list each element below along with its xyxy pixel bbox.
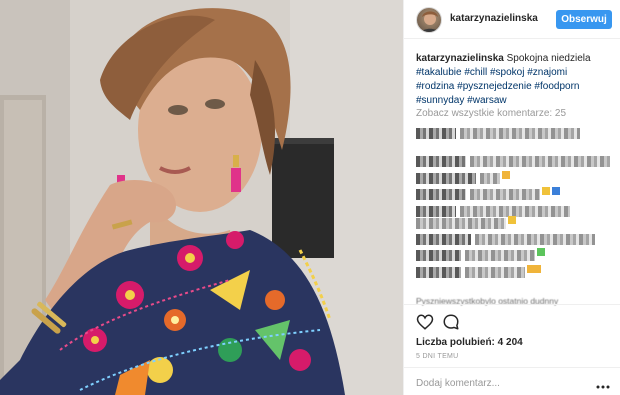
hashtag-link[interactable]: #spokoj: [490, 67, 524, 78]
post-side-panel: katarzynazielinska Obserwuj katarzynazie…: [403, 0, 620, 395]
caption-text: Spokojna niedziela: [506, 53, 591, 64]
heart-icon[interactable]: [416, 313, 434, 331]
blurred-comment: [416, 187, 560, 200]
post-header: katarzynazielinska Obserwuj: [404, 0, 620, 39]
emoji-icon: [502, 171, 510, 179]
blurred-comment: [416, 265, 541, 278]
hashtag-link[interactable]: #sunnyday: [416, 95, 464, 106]
caption-username[interactable]: katarzynazielinska: [416, 53, 504, 64]
more-options-icon[interactable]: [596, 378, 610, 389]
view-all-comments-link[interactable]: Zobacz wszystkie komentarze: 25: [416, 108, 566, 119]
emoji-icon: [542, 187, 550, 195]
emoji-icon: [552, 187, 560, 195]
avatar-image: [421, 11, 439, 32]
follow-button[interactable]: Obserwuj: [556, 10, 612, 29]
emoji-icon: [527, 265, 541, 273]
post-caption: katarzynazielinska Spokojna niedziela #t…: [416, 52, 616, 108]
blurred-comment: [416, 204, 570, 217]
hashtag-link[interactable]: #foodporn: [534, 81, 579, 92]
comments-list: [416, 124, 616, 298]
hashtag-link[interactable]: #chill: [464, 67, 487, 78]
hashtag-link[interactable]: #rodzina: [416, 81, 454, 92]
post-timestamp[interactable]: 5 DNI TEMU: [416, 353, 459, 360]
emoji-icon: [537, 248, 545, 256]
add-comment-section: [404, 367, 620, 395]
blurred-comment: [416, 232, 595, 245]
header-username[interactable]: katarzynazielinska: [450, 13, 538, 24]
avatar[interactable]: [416, 7, 442, 33]
comment-bubble-icon[interactable]: [442, 313, 460, 331]
hashtag-link[interactable]: #warsaw: [467, 95, 506, 106]
comment-input[interactable]: [416, 376, 586, 390]
post-actions: Liczba polubień: 4 204 5 DNI TEMU: [404, 304, 620, 395]
hashtag-link[interactable]: #pysznejedzenie: [457, 81, 532, 92]
blurred-comment: [416, 154, 610, 167]
blurred-comment: [416, 171, 510, 184]
hashtag-link[interactable]: #takalubie: [416, 67, 462, 78]
blurred-comment: [416, 216, 516, 229]
likes-count[interactable]: Liczba polubień: 4 204: [416, 337, 523, 348]
blurred-comment: [416, 248, 545, 261]
emoji-icon: [508, 216, 516, 224]
blurred-comment: [416, 126, 580, 139]
post-photo[interactable]: [0, 0, 403, 395]
hashtag-link[interactable]: #znajomi: [527, 67, 567, 78]
post-photo-illustration: [0, 0, 403, 395]
